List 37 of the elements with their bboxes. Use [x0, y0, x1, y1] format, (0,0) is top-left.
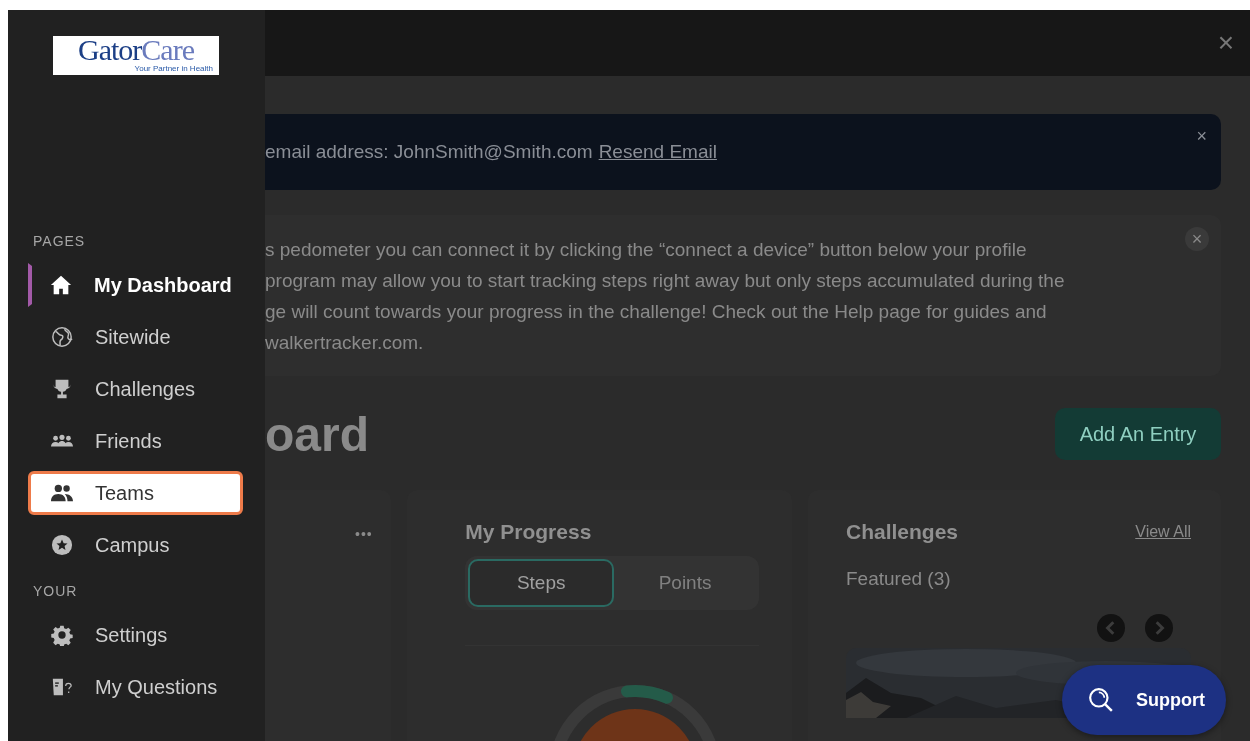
gatorcare-logo: GatorCare Your Partner in Health	[53, 36, 219, 75]
resend-email-link[interactable]: Resend Email	[598, 141, 717, 164]
question-icon	[51, 676, 73, 698]
support-button[interactable]: Support	[1062, 665, 1226, 735]
featured-label: Featured (3)	[846, 568, 952, 590]
globe-icon	[51, 326, 73, 348]
banner-text: email address: JohnSmith@Smith.com	[265, 141, 593, 164]
section-heading: PAGES	[33, 233, 87, 251]
trophy-icon	[51, 378, 73, 400]
sidebar-item[interactable]: Settings	[28, 613, 243, 657]
people-icon	[51, 482, 73, 504]
info-text: s pedometer you can connect it by clicking the “connect a device” button below your profile	[265, 237, 1028, 262]
settings-icon	[51, 624, 73, 646]
page-heading: oard	[265, 406, 369, 462]
house-icon	[50, 274, 72, 296]
info-text: walkertracker.com.	[265, 330, 425, 355]
view-all-link[interactable]: View All	[1135, 523, 1191, 541]
more-button[interactable]: •••	[355, 526, 373, 542]
info-text: ge will count towards your progress in the challenge! Check out the Help page for guides and	[265, 299, 1048, 324]
add-entry-button[interactable]: Add An Entry	[1055, 408, 1221, 460]
search-icon	[1088, 687, 1114, 713]
sidebar-item[interactable]: My Questions	[28, 665, 243, 709]
sidebar-item[interactable]: Challenges	[28, 367, 243, 411]
card-title: Challenges	[846, 520, 959, 544]
card-title: My Progress	[465, 520, 593, 544]
sidebar-item[interactable]: Teams	[28, 471, 243, 515]
sidebar-item[interactable]: My Dashboard	[28, 263, 243, 307]
info-text: program may allow you to start tracking steps right away but only steps accumulated during the	[265, 268, 1065, 293]
toggle-tab[interactable]: Steps	[468, 559, 615, 607]
section-heading: YOUR	[33, 583, 79, 601]
previous-button[interactable]	[1097, 614, 1125, 642]
sidebar-item[interactable]: Campus	[28, 523, 243, 567]
sidebar-item[interactable]: Friends	[28, 419, 243, 463]
close-button[interactable]: ×	[1213, 27, 1238, 60]
close-button[interactable]: ×	[1196, 126, 1207, 148]
sidebar-item[interactable]: Sitewide	[28, 315, 243, 359]
next-button[interactable]	[1145, 614, 1173, 642]
